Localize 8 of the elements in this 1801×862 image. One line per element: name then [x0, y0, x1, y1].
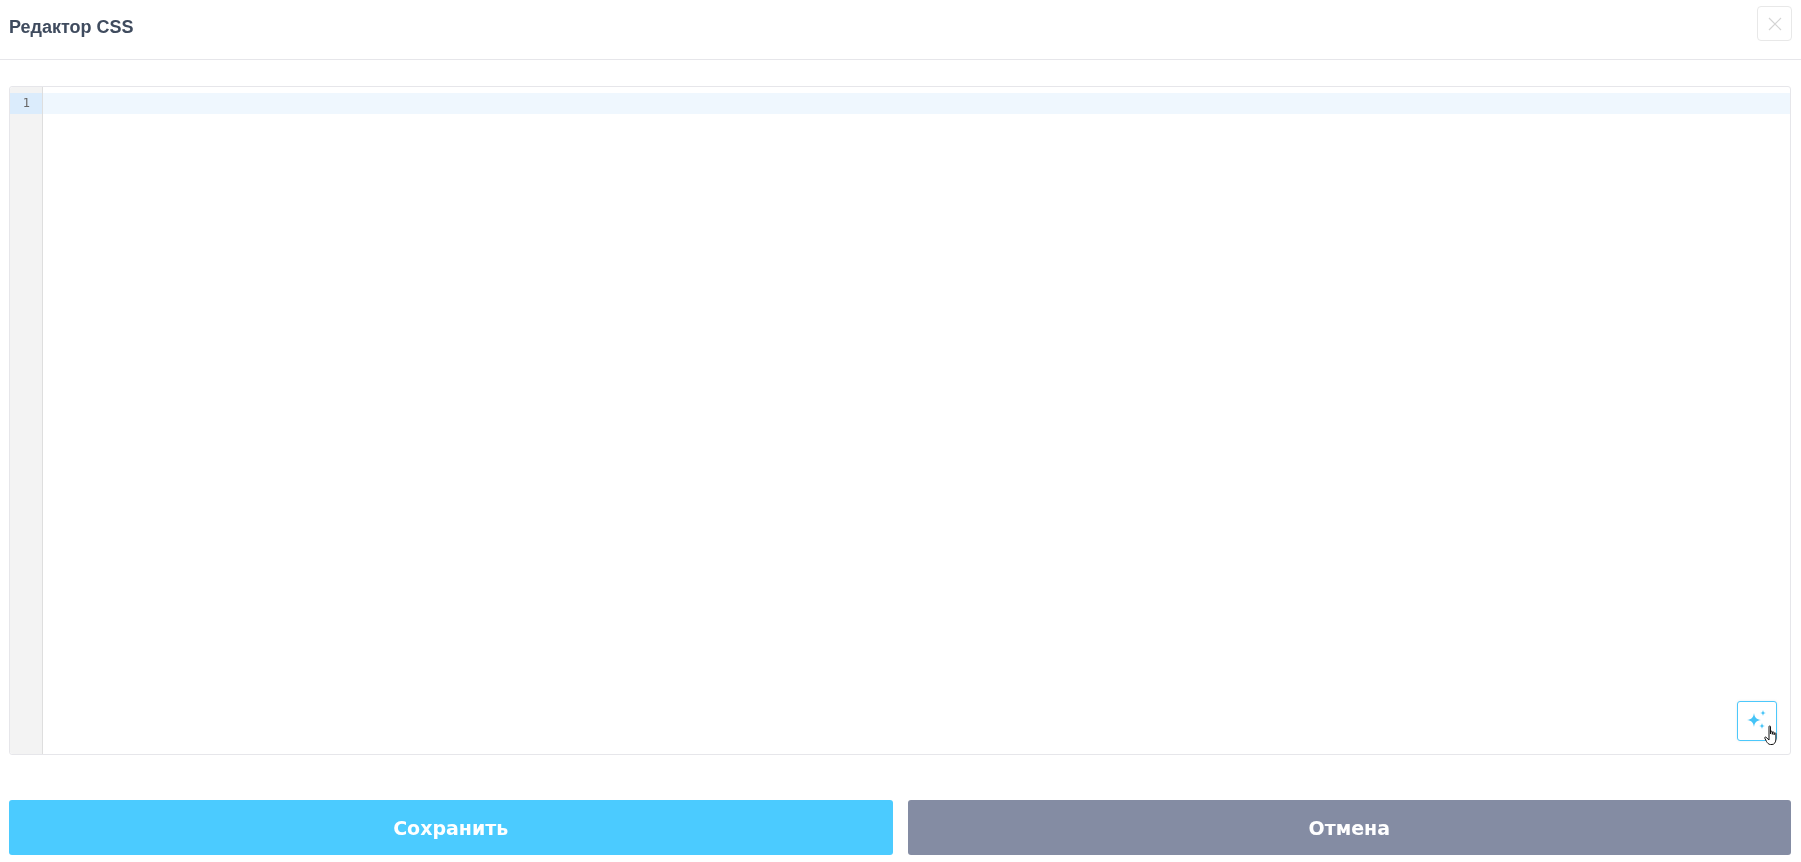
code-editor-field[interactable]: 1 [9, 86, 1791, 755]
line-number: 1 [10, 93, 42, 114]
hand-cursor-icon [1764, 725, 1780, 746]
ai-assist-button[interactable] [1737, 701, 1777, 741]
cancel-button[interactable]: Отмена [907, 800, 1791, 855]
close-icon [1767, 16, 1782, 31]
dialog-title: Редактор CSS [9, 17, 134, 38]
save-button[interactable]: Сохранить [9, 800, 893, 855]
